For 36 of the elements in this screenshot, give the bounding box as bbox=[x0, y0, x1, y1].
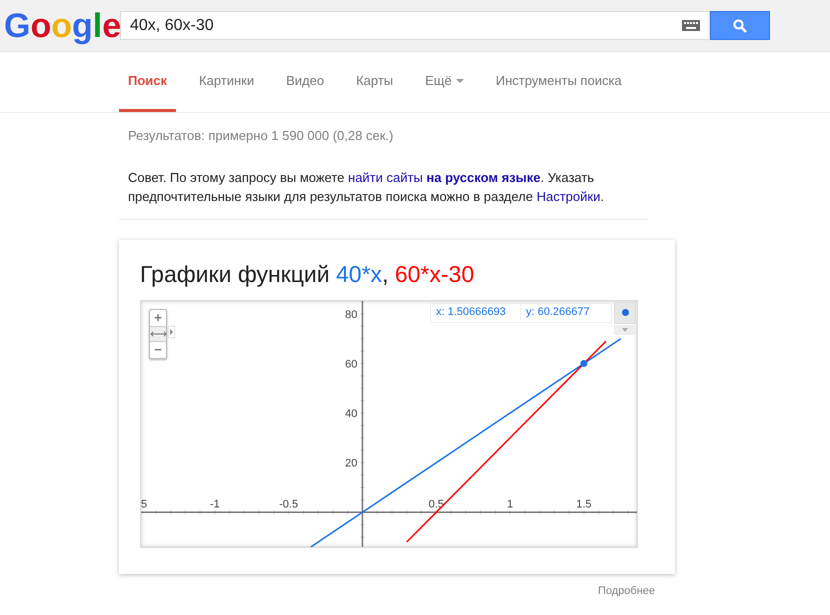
x-tick-label: 1.5 bbox=[576, 498, 592, 510]
y-tick-label: 40 bbox=[345, 408, 358, 420]
x-tick-label: -1 bbox=[210, 498, 220, 510]
tip-link[interactable]: Настройки bbox=[536, 188, 600, 204]
result-stats: Результатов: примерно 1 590 000 (0,28 сек.) bbox=[128, 127, 394, 145]
language-tip: Совет. По этому запросу вы можете найти сайты на русском языке. Указать предпочтительные языки для результатов поиска можно в разделе Настройки. bbox=[128, 168, 605, 206]
y-tick-label: 80 bbox=[345, 308, 358, 320]
intersection-point[interactable] bbox=[580, 360, 588, 366]
more-link[interactable]: Подробнее bbox=[598, 582, 655, 599]
pan-button[interactable]: ⟷ bbox=[150, 326, 166, 342]
zoom-in-button[interactable]: + bbox=[150, 310, 166, 326]
zoom-out-button[interactable]: − bbox=[150, 342, 166, 358]
y-tick-label: 20 bbox=[345, 457, 358, 470]
nav-tab[interactable]: Видео bbox=[277, 52, 334, 112]
tip-link[interactable]: найти сайты на русском языке bbox=[348, 170, 540, 184]
logo[interactable]: Google bbox=[4, 4, 122, 48]
x-tick-label: 1 bbox=[506, 498, 514, 510]
y-readout: y: 60.266677 bbox=[525, 305, 591, 320]
search-button[interactable] bbox=[710, 11, 770, 40]
nav-tab[interactable]: Картинки bbox=[190, 52, 264, 112]
x-tick-label: 5 bbox=[141, 498, 148, 510]
nav-tab[interactable]: Инструменты поиска bbox=[486, 52, 631, 112]
x-readout: x: 1.50666693 bbox=[431, 304, 521, 321]
nav-tab[interactable]: Поиск bbox=[119, 52, 176, 112]
search-field[interactable]: 40x, 60x-30 bbox=[120, 11, 710, 40]
x-tick-label: -0.5 bbox=[279, 498, 298, 510]
search-query: 40x, 60x-30 bbox=[130, 16, 215, 36]
y-tick-label: 60 bbox=[345, 358, 358, 370]
series-toggle[interactable] bbox=[614, 302, 636, 324]
graph-title: Графики функций 40*x, 60*x-30 bbox=[140, 260, 474, 288]
dot-icon bbox=[622, 309, 628, 316]
nav-tab[interactable]: Карты bbox=[347, 52, 402, 112]
search-icon bbox=[733, 18, 747, 32]
expand-arrow-icon[interactable] bbox=[168, 326, 175, 338]
keyboard-icon[interactable] bbox=[682, 20, 700, 31]
nav-tab[interactable]: Ещё bbox=[416, 52, 473, 112]
